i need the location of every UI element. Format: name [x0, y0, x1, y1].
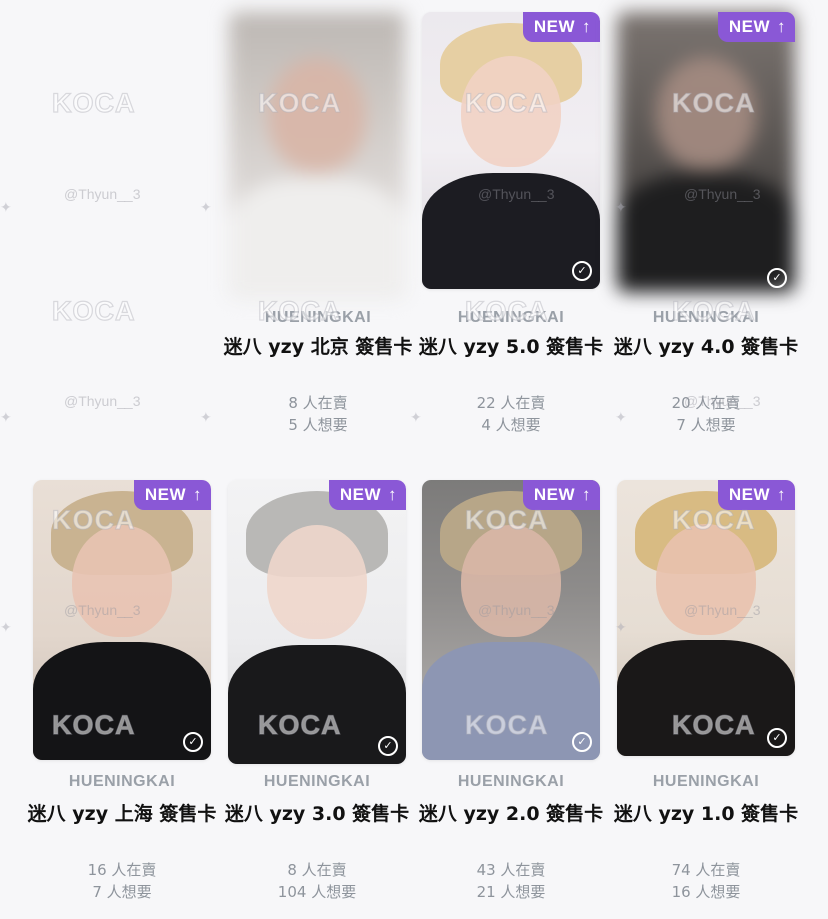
arrow-up-icon: ↑ [777, 17, 786, 36]
artist-name: HUENINGKAI [68, 773, 176, 790]
sparkle-icon: ✦ [200, 200, 212, 216]
selling-count: 16 人在賣 [87, 861, 157, 879]
new-badge: NEW ↑ [133, 480, 211, 510]
artist-name: HUENINGKAI [264, 309, 372, 326]
photocard-title[interactable]: 迷八 yzy 4.0 簽售卡 [611, 333, 801, 361]
arrow-up-icon: ↑ [388, 485, 397, 504]
wanted-count: 5 人想要 [288, 416, 348, 434]
artist-name: HUENINGKAI [457, 309, 565, 326]
artist-name: HUENINGKAI [457, 773, 565, 790]
wanted-count: 7 人想要 [676, 416, 736, 434]
photocard-title[interactable]: 迷八 yzy 上海 簽售卡 [27, 800, 217, 828]
artist-name: HUENINGKAI [263, 773, 371, 790]
photocard-image[interactable]: NEW ↑ ✓ [228, 480, 406, 764]
selling-count: 20 人在賣 [671, 394, 741, 412]
new-badge: NEW ↑ [717, 12, 795, 42]
artist-name: HUENINGKAI [652, 773, 760, 790]
wanted-count: 21 人想要 [476, 883, 546, 901]
wanted-count: 4 人想要 [481, 416, 541, 434]
koca-watermark-logo: KOCA [51, 295, 136, 326]
sparkle-icon: ✦ [200, 410, 212, 426]
photocard-image[interactable]: NEW ↑ ✓ [33, 480, 211, 760]
handle-watermark: @Thyun__3 [64, 393, 141, 409]
wanted-count: 104 人想要 [277, 883, 357, 901]
selling-count: 8 人在賣 [287, 861, 347, 879]
sparkle-icon: ✦ [410, 410, 422, 426]
selling-count: 8 人在賣 [288, 394, 348, 412]
wanted-count: 16 人想要 [671, 883, 741, 901]
check-circle-icon[interactable]: ✓ [572, 261, 592, 281]
koca-watermark-logo: KOCA [51, 87, 136, 118]
arrow-up-icon: ↑ [193, 485, 202, 504]
selling-count: 43 人在賣 [476, 861, 546, 879]
arrow-up-icon: ↑ [777, 485, 786, 504]
sparkle-icon: ✦ [0, 620, 12, 636]
photocard-title[interactable]: 迷八 yzy 5.0 簽售卡 [416, 333, 606, 361]
photocard-title[interactable]: 迷八 yzy 1.0 簽售卡 [611, 800, 801, 828]
new-badge: NEW ↑ [328, 480, 406, 510]
check-circle-icon[interactable]: ✓ [183, 732, 203, 752]
selling-count: 74 人在賣 [671, 861, 741, 879]
selling-count: 22 人在賣 [476, 394, 546, 412]
sparkle-icon: ✦ [0, 200, 12, 216]
photocard-image[interactable] [229, 12, 405, 298]
check-circle-icon[interactable]: ✓ [767, 728, 787, 748]
check-circle-icon[interactable]: ✓ [378, 736, 398, 756]
photocard-image[interactable]: NEW ↑ ✓ [422, 12, 600, 289]
check-circle-icon[interactable]: ✓ [572, 732, 592, 752]
photocard-image[interactable]: NEW ↑ ✓ [617, 480, 795, 756]
photocard-title[interactable]: 迷八 yzy 北京 簽售卡 [223, 333, 413, 361]
handle-watermark: @Thyun__3 [64, 186, 141, 202]
artist-name: HUENINGKAI [652, 309, 760, 326]
photocard-title[interactable]: 迷八 yzy 3.0 簽售卡 [222, 800, 412, 828]
sparkle-icon: ✦ [0, 410, 12, 426]
new-badge: NEW ↑ [522, 480, 600, 510]
photocard-title[interactable]: 迷八 yzy 2.0 簽售卡 [416, 800, 606, 828]
photocard-image[interactable]: NEW ↑ ✓ [422, 480, 600, 760]
arrow-up-icon: ↑ [582, 485, 591, 504]
arrow-up-icon: ↑ [582, 17, 591, 36]
wanted-count: 7 人想要 [92, 883, 152, 901]
new-badge: NEW ↑ [717, 480, 795, 510]
check-circle-icon[interactable]: ✓ [767, 268, 787, 288]
photocard-image[interactable] [617, 12, 795, 292]
new-badge: NEW ↑ [522, 12, 600, 42]
